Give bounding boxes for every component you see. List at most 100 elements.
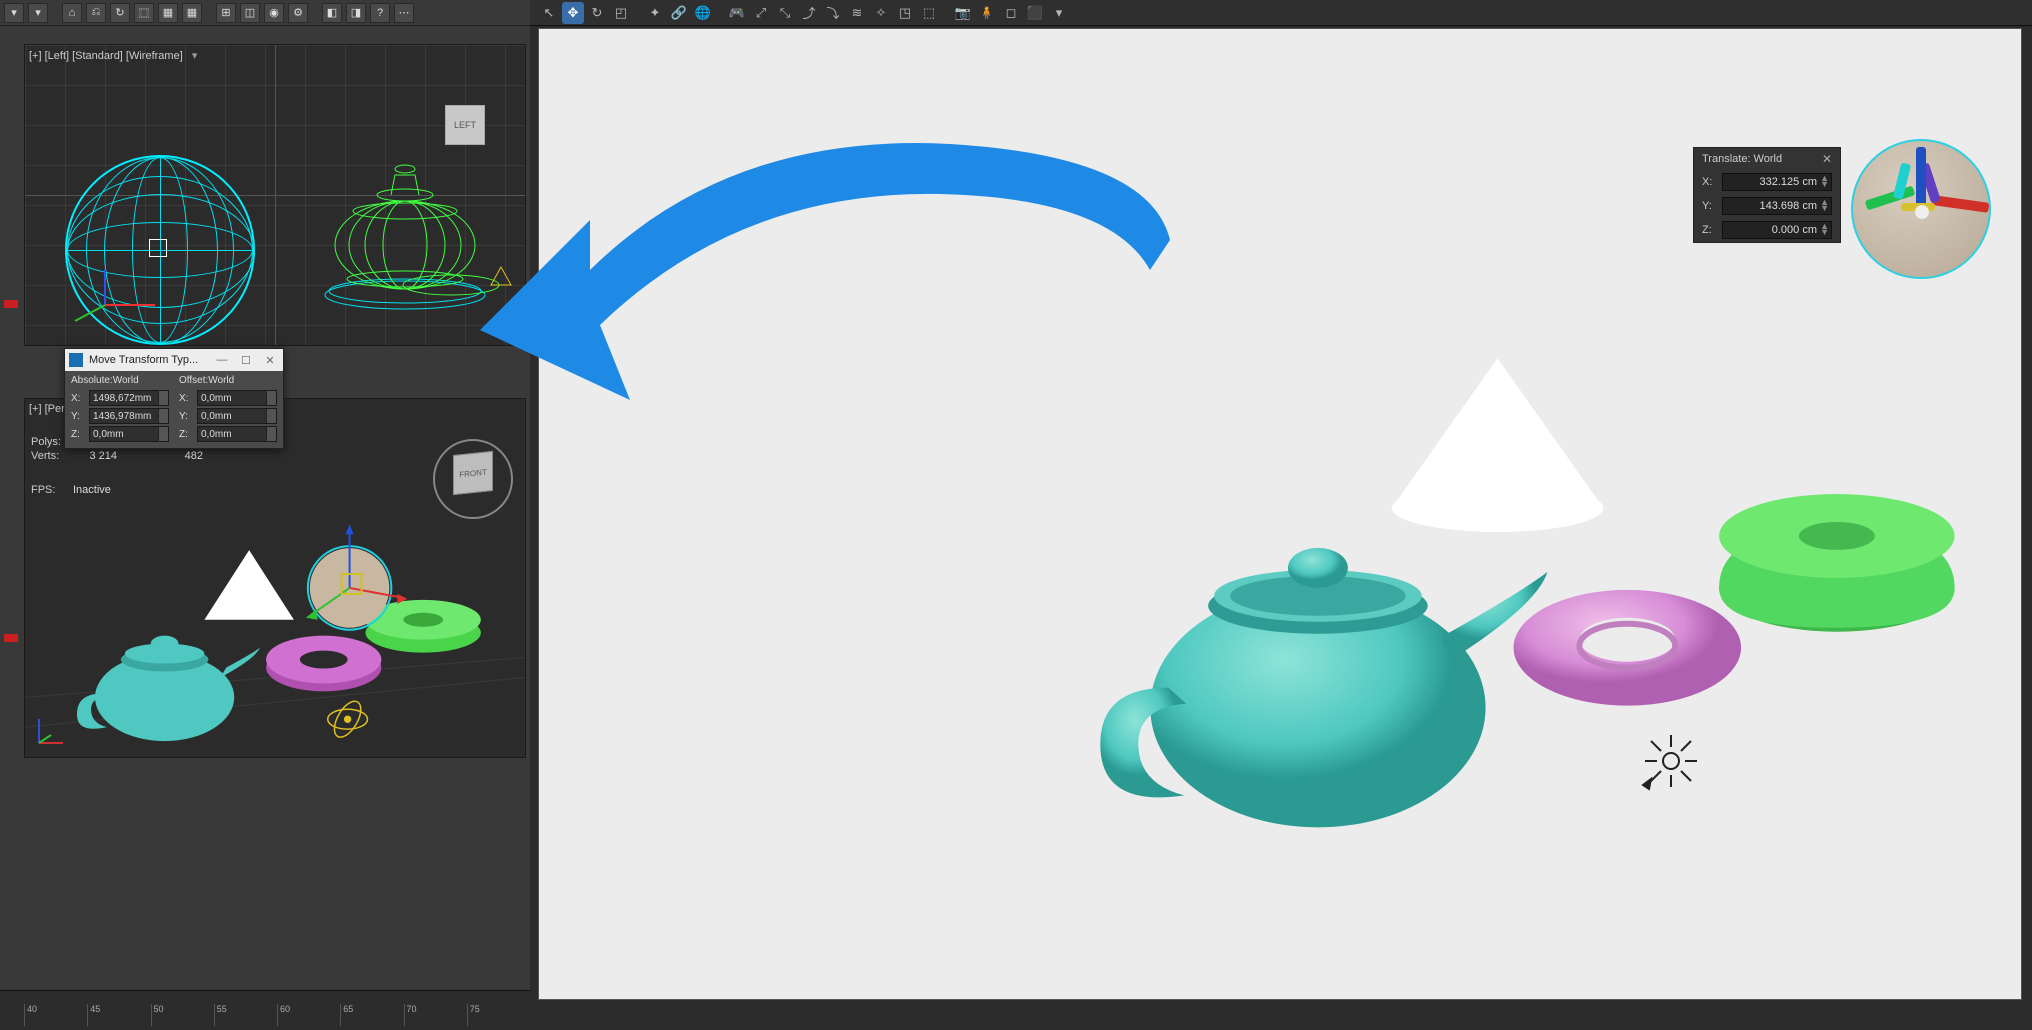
render-green-disk	[1719, 494, 1955, 632]
toolbar-btn-6[interactable]: ▦	[158, 3, 178, 23]
absolute-header: Absolute:World	[71, 375, 169, 386]
translate-y-label: Y:	[1702, 200, 1716, 212]
persp-scene	[25, 399, 525, 757]
wireframe-teapot-group[interactable]	[295, 135, 515, 315]
spinner-arrows-icon[interactable]	[266, 391, 276, 405]
toolbar-btn-1[interactable]: ▾	[28, 3, 48, 23]
maximize-button[interactable]: ☐	[237, 353, 255, 367]
max-main-toolbar: ▾ ▾ ⌂ ⎌ ↻ ⿴ ▦ ▦ ⊞ ◫ ◉ ⚙ ◧ ◨ ? ⋯	[0, 0, 530, 26]
spinner-arrows-icon[interactable]	[158, 391, 168, 405]
spinner-arrows-icon[interactable]	[266, 409, 276, 423]
tool-link[interactable]: 🔗	[668, 2, 690, 24]
tool-scale[interactable]: ◰	[610, 2, 632, 24]
move-transform-dialog[interactable]: Move Transform Typ... — ☐ ✕ Absolute:Wor…	[64, 348, 284, 449]
timeline-ticks[interactable]: 40 45 50 55 60 65 70 75	[24, 1004, 530, 1026]
translate-y-value[interactable]: 143.698 cm▲▼	[1722, 197, 1832, 215]
timeline-tick[interactable]: 50	[151, 1004, 214, 1026]
timeline-tick[interactable]: 40	[24, 1004, 87, 1026]
toolbar-btn-3[interactable]: ⎌	[86, 3, 106, 23]
minimize-button[interactable]: —	[213, 353, 231, 367]
tool-figure[interactable]: 🧍	[976, 2, 998, 24]
toolbar-btn-2[interactable]: ⌂	[62, 3, 82, 23]
toolbar-btn-15[interactable]: ⋯	[394, 3, 414, 23]
max-panel-root: ▾ ▾ ⌂ ⎌ ↻ ⿴ ▦ ▦ ⊞ ◫ ◉ ⚙ ◧ ◨ ? ⋯ [+] [Lef…	[0, 0, 530, 1030]
toolbar-btn-4[interactable]: ↻	[110, 3, 130, 23]
tool-move[interactable]: ✥	[562, 2, 584, 24]
toolbar-btn-11[interactable]: ⚙	[288, 3, 308, 23]
translate-x-value[interactable]: 332.125 cm▲▼	[1722, 173, 1832, 191]
timeline-tick[interactable]: 60	[277, 1004, 340, 1026]
navigation-sphere[interactable]	[1851, 139, 1991, 279]
tool-snap-b[interactable]: ⤡	[774, 2, 796, 24]
viewport-perspective[interactable]: [+] [Per Polys:6 352960 Verts:3 214482 F…	[24, 398, 526, 758]
viewport-left-label[interactable]: [+] [Left] [Standard] [Wireframe]	[29, 50, 183, 62]
timeline-tick[interactable]: 70	[404, 1004, 467, 1026]
spinner-arrows-icon[interactable]	[158, 427, 168, 441]
tool-joystick[interactable]: 🎮	[726, 2, 748, 24]
render-pink-torus	[1514, 590, 1742, 706]
tool-select[interactable]: ↖	[538, 2, 560, 24]
dialog-titlebar[interactable]: Move Transform Typ... — ☐ ✕	[65, 349, 283, 371]
tool-snap-d[interactable]: ⤵	[822, 2, 844, 24]
timeline-tick[interactable]: 55	[214, 1004, 277, 1026]
spinner-arrows-icon[interactable]	[266, 427, 276, 441]
timeline-tick[interactable]: 75	[467, 1004, 530, 1026]
close-button[interactable]: ✕	[261, 353, 279, 367]
timeline[interactable]: 40 45 50 55 60 65 70 75	[0, 990, 530, 1030]
c4d-viewport[interactable]: Translate: World ✕ X: 332.125 cm▲▼ Y: 14…	[538, 28, 2022, 1000]
tool-snap-a[interactable]: ⤢	[750, 2, 772, 24]
mini-axis-icon	[33, 713, 69, 749]
timeline-tick[interactable]: 65	[340, 1004, 403, 1026]
track-marker-icon	[4, 634, 18, 642]
off-x-input[interactable]	[197, 390, 277, 406]
abs-z-input[interactable]	[89, 426, 169, 442]
axis-y	[275, 45, 276, 345]
off-y-input[interactable]	[197, 408, 277, 424]
offset-header: Offset:World	[179, 375, 277, 386]
dialog-title: Move Transform Typ...	[89, 354, 198, 366]
track-marker-icon	[4, 300, 18, 308]
tool-frame-a[interactable]: ◻	[1000, 2, 1022, 24]
c4d-viewport-toolbar: ↖ ✥ ↻ ◰ ✦ 🔗 🌐 🎮 ⤢ ⤡ ⤴ ⤵ ≋ ✧ ◳ ⬚ 📷 🧍 ◻ ⬛ …	[530, 0, 2032, 26]
dialog-app-icon	[69, 353, 83, 367]
abs-y-input[interactable]	[89, 408, 169, 424]
toolbar-btn-7[interactable]: ▦	[182, 3, 202, 23]
viewport-left[interactable]: [+] [Left] [Standard] [Wireframe] ▾ LEFT	[24, 44, 526, 346]
tool-snap-e[interactable]: ≋	[846, 2, 868, 24]
tool-axis[interactable]: ✦	[644, 2, 666, 24]
abs-y-label: Y:	[71, 411, 85, 422]
translate-panel-close[interactable]: ✕	[1822, 152, 1832, 166]
tool-snap-g[interactable]: ◳	[894, 2, 916, 24]
light-object-icon[interactable]	[1639, 729, 1703, 793]
tool-snap-c[interactable]: ⤴	[798, 2, 820, 24]
toolbar-btn-0[interactable]: ▾	[4, 3, 24, 23]
translate-panel[interactable]: Translate: World ✕ X: 332.125 cm▲▼ Y: 14…	[1693, 147, 1841, 243]
timeline-tick[interactable]: 45	[87, 1004, 150, 1026]
abs-x-input[interactable]	[89, 390, 169, 406]
translate-panel-title: Translate: World	[1702, 153, 1782, 165]
selection-handle-icon[interactable]	[149, 239, 167, 257]
toolbar-btn-10[interactable]: ◉	[264, 3, 284, 23]
abs-z-label: Z:	[71, 429, 85, 440]
toolbar-btn-13[interactable]: ◨	[346, 3, 366, 23]
tool-snap-h[interactable]: ⬚	[918, 2, 940, 24]
translate-z-value[interactable]: 0.000 cm▲▼	[1722, 221, 1832, 239]
tool-frame-b[interactable]: ⬛	[1024, 2, 1046, 24]
tool-snap-f[interactable]: ✧	[870, 2, 892, 24]
abs-x-label: X:	[71, 393, 85, 404]
tool-dropdown[interactable]: ▾	[1048, 2, 1070, 24]
toolbar-btn-9[interactable]: ◫	[240, 3, 260, 23]
viewcube-face-label: LEFT	[454, 120, 476, 130]
toolbar-btn-8[interactable]: ⊞	[216, 3, 236, 23]
viewport-left-header[interactable]: [+] [Left] [Standard] [Wireframe] ▾	[29, 49, 197, 62]
translate-z-label: Z:	[1702, 224, 1716, 236]
spinner-arrows-icon[interactable]	[158, 409, 168, 423]
tool-camera[interactable]: 📷	[952, 2, 974, 24]
toolbar-btn-14[interactable]: ?	[370, 3, 390, 23]
tool-rotate[interactable]: ↻	[586, 2, 608, 24]
toolbar-btn-5[interactable]: ⿴	[134, 3, 154, 23]
viewport-menu-icon[interactable]: ▾	[192, 49, 198, 62]
tool-world[interactable]: 🌐	[692, 2, 714, 24]
off-z-input[interactable]	[197, 426, 277, 442]
toolbar-btn-12[interactable]: ◧	[322, 3, 342, 23]
